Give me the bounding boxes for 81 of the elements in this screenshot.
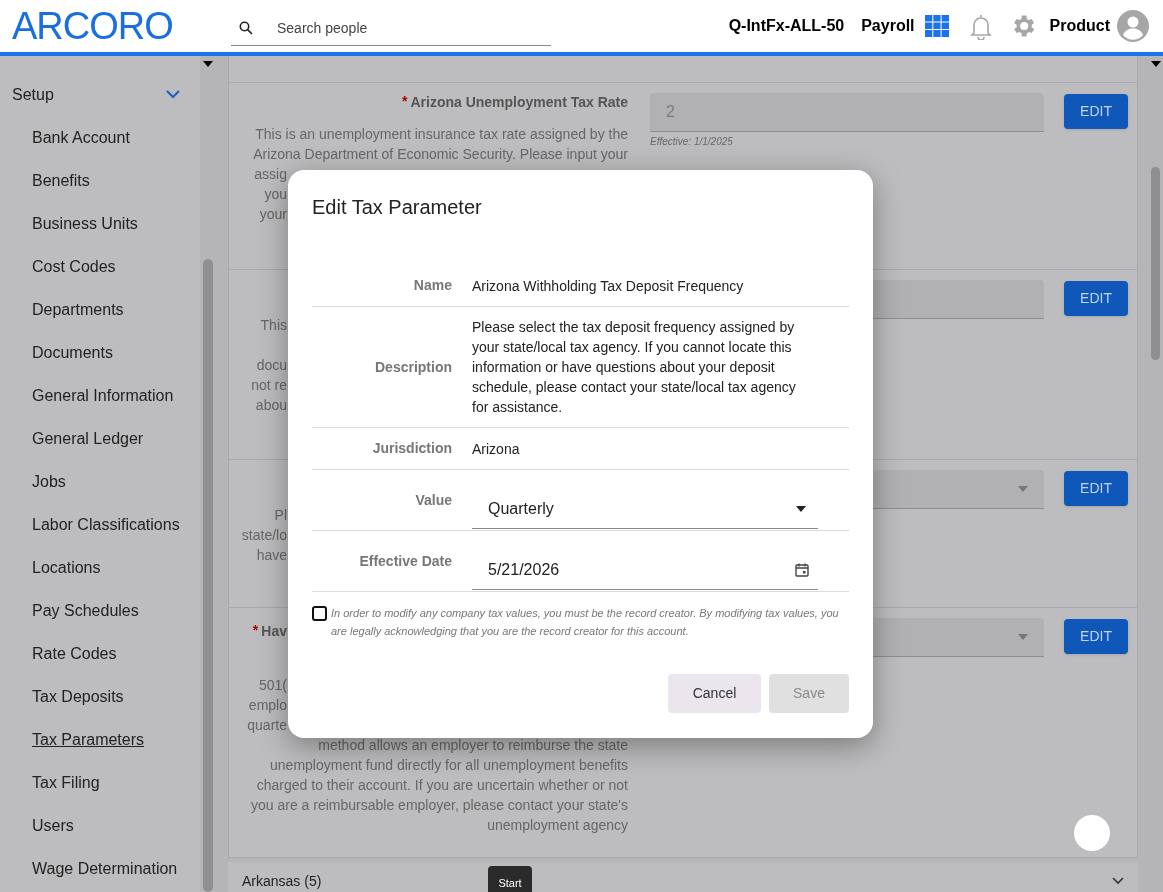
- description-text: unemployment fund directly for all unemployment benefits: [270, 756, 628, 775]
- company-name[interactable]: Q-IntFx-ALL-50: [728, 14, 845, 38]
- description-text: quarte: [247, 716, 287, 735]
- sidebar-item[interactable]: Tax Filing: [32, 770, 100, 795]
- apps-grid-icon[interactable]: [924, 15, 949, 37]
- dialog-title: Edit Tax Parameter: [312, 196, 482, 218]
- description-text: This: [260, 316, 287, 335]
- acknowledge-text: In order to modify any company tax values, you must be the record creator. By modifying tax values, you are legally acknowledging that you are the record creator for this account.: [331, 606, 840, 639]
- avatar-icon[interactable]: [1117, 10, 1149, 42]
- sidebar-item[interactable]: Tax Deposits: [32, 684, 124, 709]
- effective-date-note: Effective: 1/1/2025: [650, 135, 734, 149]
- logo[interactable]: ARCORO: [12, 6, 197, 46]
- sidebar-item[interactable]: Departments: [32, 297, 124, 322]
- sidebar-item[interactable]: General Information: [32, 383, 174, 408]
- description-text: you: [264, 185, 287, 204]
- sidebar-item[interactable]: Benefits: [32, 168, 90, 193]
- field-value: Arizona Withholding Tax Deposit Frequency: [472, 276, 745, 296]
- sidebar-section[interactable]: Setup: [0, 73, 200, 116]
- description-text: method allows an employer to reimburse the state: [318, 736, 628, 755]
- user-name[interactable]: Product: [1049, 14, 1110, 38]
- module-name[interactable]: Payroll: [861, 14, 915, 38]
- field-value: Please select the tax deposit frequency assigned by your state/local tax agency. If you cannot locate this information or have questions about your deposit schedule, please contact your state/local tax agency for assistance.: [472, 318, 797, 417]
- description-text: you are a reimbursable employer, please contact your state's: [251, 796, 628, 815]
- acknowledge-checkbox[interactable]: [312, 606, 327, 621]
- description-text: docu: [256, 356, 287, 375]
- description-text: not re: [251, 376, 287, 395]
- scrollbar-thumb[interactable]: [1151, 167, 1160, 360]
- description-text: 501(: [258, 676, 287, 695]
- sidebar-item[interactable]: Users: [32, 813, 74, 838]
- field-label: Description: [375, 357, 452, 377]
- parameter-label: Hav: [261, 621, 287, 641]
- description-text: assig: [254, 165, 287, 184]
- description-text: unemployment agency: [487, 816, 628, 835]
- sidebar-item[interactable]: Pay Schedules: [32, 598, 139, 623]
- required-mark: *: [402, 92, 408, 111]
- cancel-button[interactable]: Cancel: [668, 674, 761, 713]
- field-label: Value: [415, 490, 452, 510]
- description-text: charged to their account. If you are uncertain whether or not: [256, 776, 628, 795]
- description-text: emplo: [248, 696, 287, 715]
- description-text: Arizona Department of Economic Security. Please input your: [253, 145, 628, 164]
- tooltip: Start: [488, 866, 532, 892]
- edit-button[interactable]: EDIT: [1064, 619, 1128, 654]
- field-value: Arizona: [472, 439, 521, 459]
- sidebar-item[interactable]: Rate Codes: [32, 641, 117, 666]
- sidebar-item[interactable]: Business Units: [32, 211, 138, 236]
- scrollbar-thumb[interactable]: [202, 259, 213, 892]
- sidebar-item[interactable]: Wage Determination: [32, 856, 178, 881]
- date-field[interactable]: 5/21/2026: [472, 550, 818, 590]
- sidebar-item[interactable]: Tax Parameters: [32, 727, 145, 752]
- description-text: state/lo: [241, 526, 287, 545]
- sidebar-item[interactable]: Documents: [32, 340, 113, 365]
- sidebar-item[interactable]: Jobs: [32, 469, 66, 494]
- required-mark: *: [252, 621, 259, 640]
- description-text: Pl: [274, 506, 287, 525]
- sidebar-item[interactable]: Locations: [32, 555, 101, 580]
- dropdown-caret-icon: [796, 505, 806, 512]
- scroll-up-icon: [202, 61, 213, 67]
- value-select[interactable]: Quarterly: [472, 489, 818, 529]
- edit-button[interactable]: EDIT: [1064, 94, 1128, 129]
- edit-button[interactable]: EDIT: [1064, 471, 1128, 506]
- description-text: your: [259, 205, 287, 224]
- search-icon: [239, 21, 253, 35]
- edit-button[interactable]: EDIT: [1064, 281, 1128, 316]
- scroll-up-icon: [1150, 61, 1161, 67]
- description-text: have: [256, 546, 287, 565]
- sidebar-item[interactable]: Bank Account: [32, 125, 130, 150]
- parameter-label: Arizona Unemployment Tax Rate: [410, 92, 628, 112]
- sidebar-item[interactable]: Cost Codes: [32, 254, 116, 279]
- bell-icon[interactable]: [969, 12, 992, 40]
- sidebar-item[interactable]: Labor Classifications: [32, 512, 180, 537]
- field-label: Jurisdiction: [372, 439, 452, 458]
- dropdown-caret-icon: [1018, 634, 1028, 640]
- field-label: Effective Date: [359, 551, 452, 571]
- search-field[interactable]: Search people: [231, 10, 551, 46]
- description-text: This is an unemployment insurance tax rate assigned by the: [255, 125, 628, 144]
- description-text: abou: [255, 396, 287, 415]
- calendar-icon[interactable]: [794, 561, 810, 578]
- field-label: Name: [413, 276, 452, 295]
- dropdown-caret-icon: [1018, 486, 1028, 492]
- scrollbar[interactable]: [200, 56, 215, 892]
- sidebar-item[interactable]: General Ledger: [32, 426, 144, 451]
